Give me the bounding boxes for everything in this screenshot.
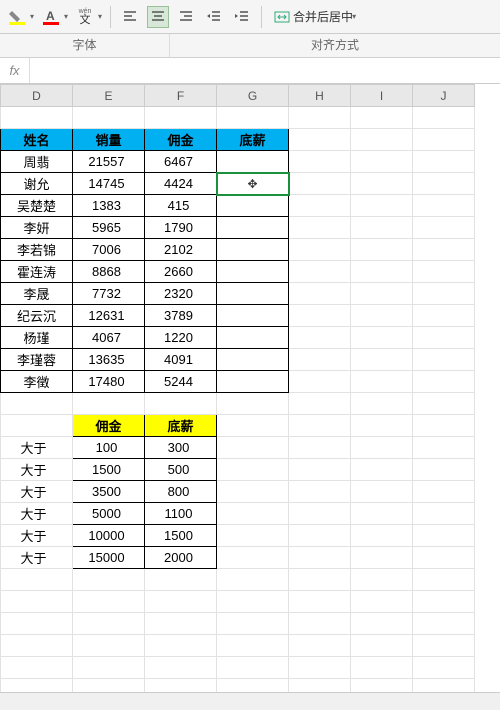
table-row: 纪云沉126313789 — [1, 305, 475, 327]
table-row: 李瑾蓉136354091 — [1, 349, 475, 371]
align-right-button[interactable] — [175, 6, 197, 28]
formula-bar: fx — [0, 58, 500, 84]
spreadsheet-grid[interactable]: D E F G H I J 姓名 销量 佣金 底薪 周翡 21557 6467 … — [0, 84, 500, 692]
lookup-hdr-base[interactable]: 底薪 — [145, 415, 217, 437]
fill-color-button[interactable] — [6, 6, 28, 28]
cursor-icon: ✥ — [247, 177, 257, 191]
lookup-row: 大于3500800 — [1, 481, 475, 503]
col-header[interactable]: G — [217, 85, 289, 107]
align-left-button[interactable] — [119, 6, 141, 28]
table-row: 杨瑾40671220 — [1, 327, 475, 349]
formula-input[interactable] — [30, 58, 500, 83]
lookup-hdr-comm[interactable]: 佣金 — [73, 415, 145, 437]
ribbon-toolbar: ▾ A ▾ wén 文 ▾ 合并后居中 ▾ — [0, 0, 500, 34]
chevron-down-icon: ▾ — [352, 12, 356, 21]
lookup-header-row: 佣金 底薪 — [1, 415, 475, 437]
chevron-down-icon[interactable]: ▾ — [64, 12, 68, 21]
table-row: 霍连涛88682660 — [1, 261, 475, 283]
svg-text:A: A — [46, 9, 55, 23]
col-header[interactable]: D — [1, 85, 73, 107]
lookup-row: 大于150002000 — [1, 547, 475, 569]
merge-label: 合并后居中 — [293, 8, 353, 25]
merge-center-button[interactable]: 合并后居中 ▾ — [270, 6, 360, 27]
align-center-button[interactable] — [147, 6, 169, 28]
col-header[interactable]: H — [289, 85, 351, 107]
lookup-row: 大于1500500 — [1, 459, 475, 481]
decrease-indent-button[interactable] — [203, 6, 225, 28]
chevron-down-icon[interactable]: ▾ — [30, 12, 34, 21]
cell-G3[interactable] — [217, 151, 289, 173]
chevron-down-icon[interactable]: ▾ — [98, 12, 102, 21]
lookup-row: 大于50001100 — [1, 503, 475, 525]
column-header-row: D E F G H I J — [1, 85, 475, 107]
hdr-comm[interactable]: 佣金 — [145, 129, 217, 151]
table-row: 李若锦70062102 — [1, 239, 475, 261]
phonetic-guide-button[interactable]: wén 文 — [74, 6, 96, 28]
separator — [110, 6, 111, 28]
lookup-row: 大于100300 — [1, 437, 475, 459]
separator — [261, 6, 262, 28]
increase-indent-button[interactable] — [231, 6, 253, 28]
status-bar — [0, 692, 500, 710]
font-group-label: 字体 — [0, 34, 170, 57]
col-header[interactable]: E — [73, 85, 145, 107]
align-group-label: 对齐方式 — [170, 34, 500, 57]
font-color-button[interactable]: A — [40, 6, 62, 28]
ribbon-group-labels: 字体 对齐方式 — [0, 34, 500, 58]
table-row: 周翡 21557 6467 — [1, 151, 475, 173]
table-header-row: 姓名 销量 佣金 底薪 — [1, 129, 475, 151]
col-header[interactable]: I — [351, 85, 413, 107]
hdr-sales[interactable]: 销量 — [73, 129, 145, 151]
table-row: 吴楚楚1383415 — [1, 195, 475, 217]
table-row: 谢允 14745 4424 ✥ — [1, 173, 475, 195]
hdr-base[interactable]: 底薪 — [217, 129, 289, 151]
hdr-name[interactable]: 姓名 — [1, 129, 73, 151]
table-row: 李晟77322320 — [1, 283, 475, 305]
sheet-table: D E F G H I J 姓名 销量 佣金 底薪 周翡 21557 6467 … — [0, 84, 475, 692]
table-row: 李徵174805244 — [1, 371, 475, 393]
merge-icon — [274, 9, 290, 25]
col-header[interactable]: F — [145, 85, 217, 107]
selected-cell[interactable]: ✥ — [217, 173, 289, 195]
lookup-row: 大于100001500 — [1, 525, 475, 547]
fx-label[interactable]: fx — [0, 58, 30, 83]
col-header[interactable]: J — [413, 85, 475, 107]
table-row: 李妍59651790 — [1, 217, 475, 239]
